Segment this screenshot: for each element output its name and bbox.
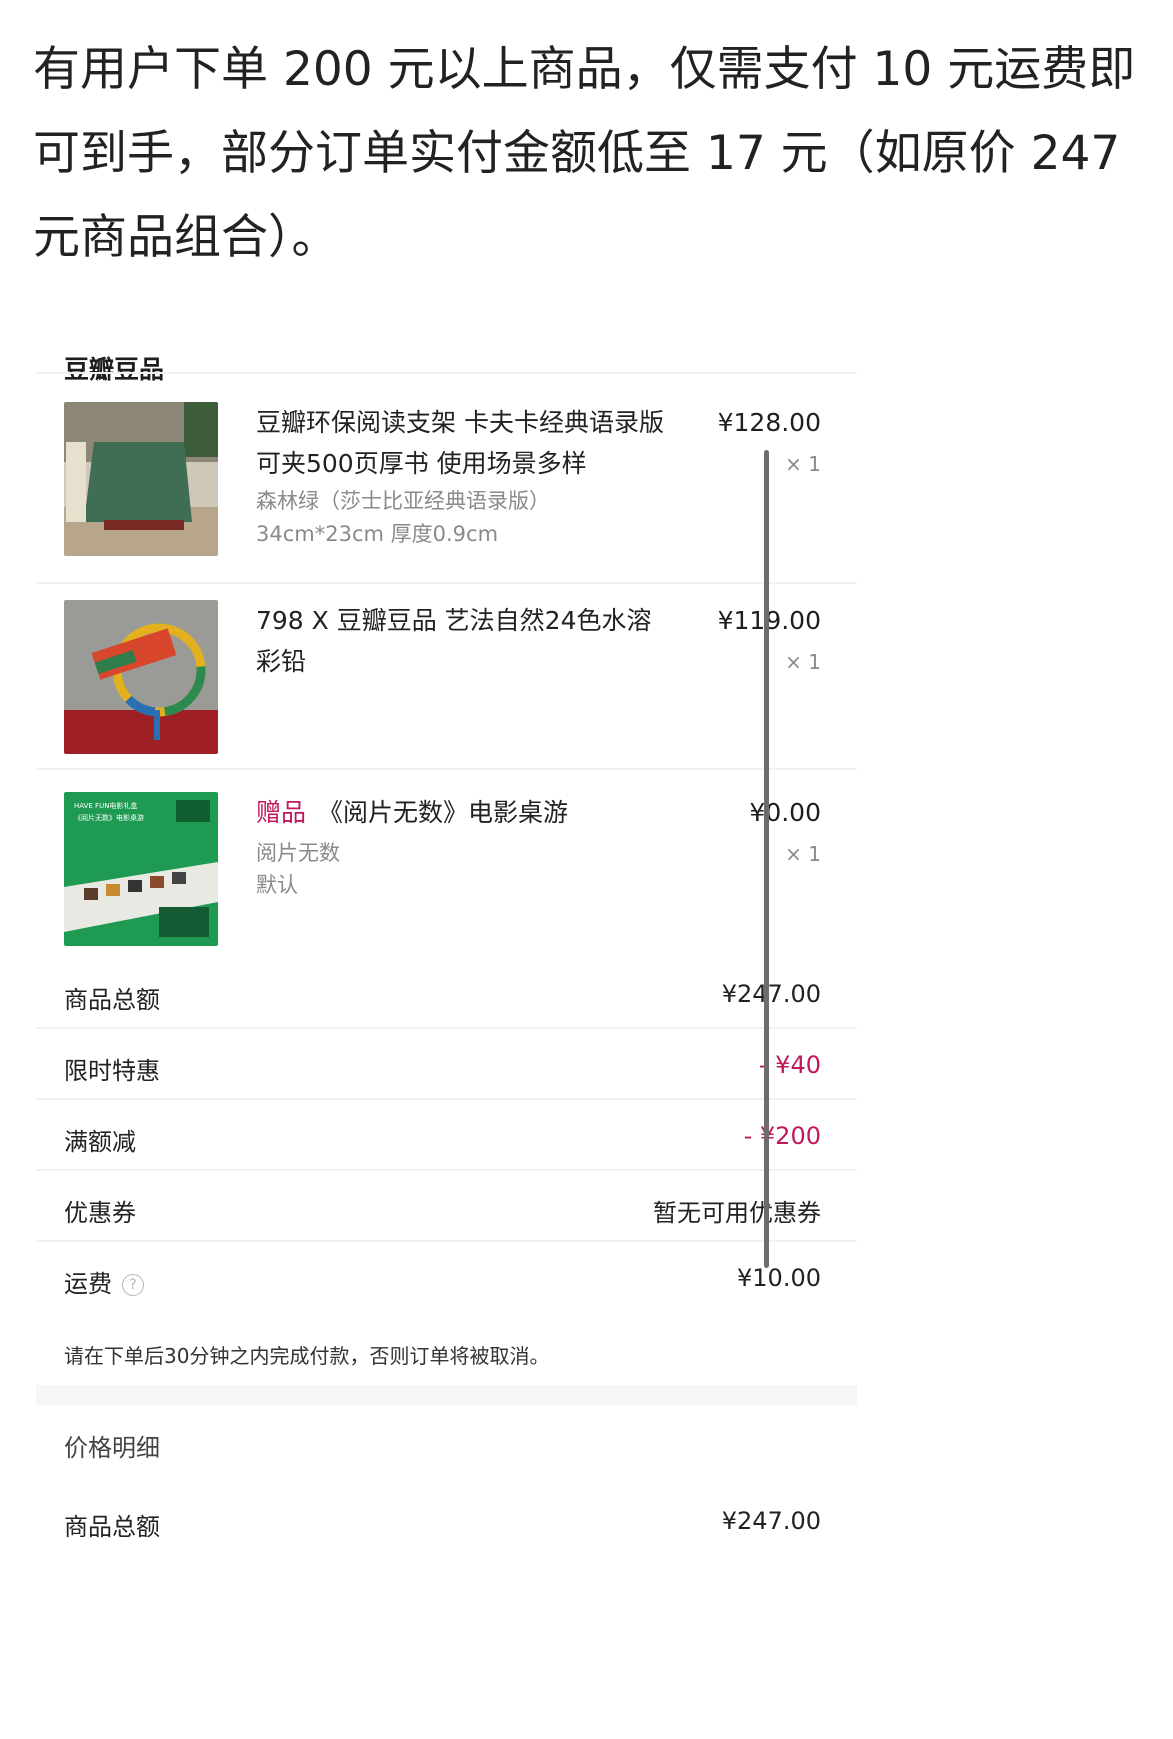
item-price: ¥0.00 [749, 798, 821, 827]
item-quantity: × 1 [785, 842, 821, 866]
item-name[interactable]: 豆瓣环保阅读支架 卡夫卡经典语录版 可夹500页厚书 使用场景多样 [256, 402, 666, 484]
scrollbar[interactable] [764, 450, 769, 1268]
item-spec-default: 默认 [256, 873, 298, 897]
summary-value: ¥10.00 [737, 1264, 821, 1292]
product-image-board-game[interactable]: HAVE FUN电影礼盒 《阅片无数》电影桌游 [64, 792, 218, 946]
item-spec-size: 34cm*23cm 厚度0.9cm [256, 522, 499, 546]
price-detail-title: 价格明细 [64, 1434, 160, 1462]
divider [36, 582, 857, 584]
payment-notice: 请在下单后30分钟之内完成付款，否则订单将被取消。 [64, 1344, 550, 1368]
item-spec-title: 阅片无数 [256, 841, 340, 865]
product-image-colored-pencils[interactable] [64, 600, 218, 754]
thumb-text-line1: HAVE FUN电影礼盒 [74, 801, 137, 810]
order-confirmation-screenshot: 豆瓣豆品 豆瓣环保阅读支架 卡夫卡经典语录版 可夹500页厚书 使用场景多样 森… [36, 300, 857, 1739]
summary-full-reduction-row: 满额减 - ¥200 [36, 1100, 857, 1178]
help-icon[interactable]: ? [122, 1274, 144, 1296]
item-spec-color: 森林绿（莎士比亚经典语录版） [256, 489, 550, 513]
shop-name[interactable]: 豆瓣豆品 [64, 350, 164, 386]
summary-label: 限时特惠 [64, 1057, 160, 1085]
item-price: ¥119.00 [717, 606, 821, 635]
summary-label: 商品总额 [64, 986, 160, 1014]
summary-coupon-row[interactable]: 优惠券 暂无可用优惠券 [36, 1171, 857, 1249]
price-detail-goods-total-row: 商品总额 ¥247.00 [36, 1485, 857, 1563]
cart-item-reading-stand[interactable]: 豆瓣环保阅读支架 卡夫卡经典语录版 可夹500页厚书 使用场景多样 森林绿（莎士… [36, 402, 857, 582]
divider [36, 768, 857, 770]
summary-value: ¥247.00 [721, 1507, 821, 1535]
cart-item-colored-pencils[interactable]: 798 X 豆瓣豆品 艺法自然24色水溶彩铅 ¥119.00 × 1 [36, 600, 857, 780]
item-name-line[interactable]: 赠品 《阅片无数》电影桌游 [256, 792, 666, 833]
summary-label: 商品总额 [64, 1513, 160, 1541]
item-name[interactable]: 798 X 豆瓣豆品 艺法自然24色水溶彩铅 [256, 600, 666, 682]
section-gap [36, 1385, 857, 1405]
intro-paragraph: 有用户下单 200 元以上商品，仅需支付 10 元运费即可到手，部分订单实付金额… [33, 42, 1136, 265]
gift-badge: 赠品 [256, 798, 307, 827]
summary-goods-total-row: 商品总额 ¥247.00 [36, 958, 857, 1036]
item-quantity: × 1 [785, 650, 821, 674]
summary-limited-discount-row: 限时特惠 - ¥40 [36, 1029, 857, 1107]
item-quantity: × 1 [785, 452, 821, 476]
summary-label: 运费 [64, 1270, 112, 1298]
coupon-value[interactable]: 暂无可用优惠券 [653, 1193, 821, 1228]
summary-label: 满额减 [64, 1128, 136, 1156]
shipping-label-group: 运费? [64, 1264, 144, 1299]
item-price: ¥128.00 [717, 408, 821, 437]
thumb-text-line2: 《阅片无数》电影桌游 [74, 813, 144, 822]
summary-value: ¥247.00 [721, 980, 821, 1008]
product-image-reading-stand[interactable] [64, 402, 218, 556]
summary-shipping-row: 运费? ¥10.00 [36, 1242, 857, 1320]
summary-label: 优惠券 [64, 1199, 136, 1227]
divider [36, 372, 857, 374]
summary-value: - ¥200 [743, 1122, 821, 1150]
item-name: 《阅片无数》电影桌游 [318, 798, 569, 827]
cart-item-gift-board-game[interactable]: HAVE FUN电影礼盒 《阅片无数》电影桌游 赠品 《阅片无数》电影桌游 阅片无… [36, 792, 857, 972]
